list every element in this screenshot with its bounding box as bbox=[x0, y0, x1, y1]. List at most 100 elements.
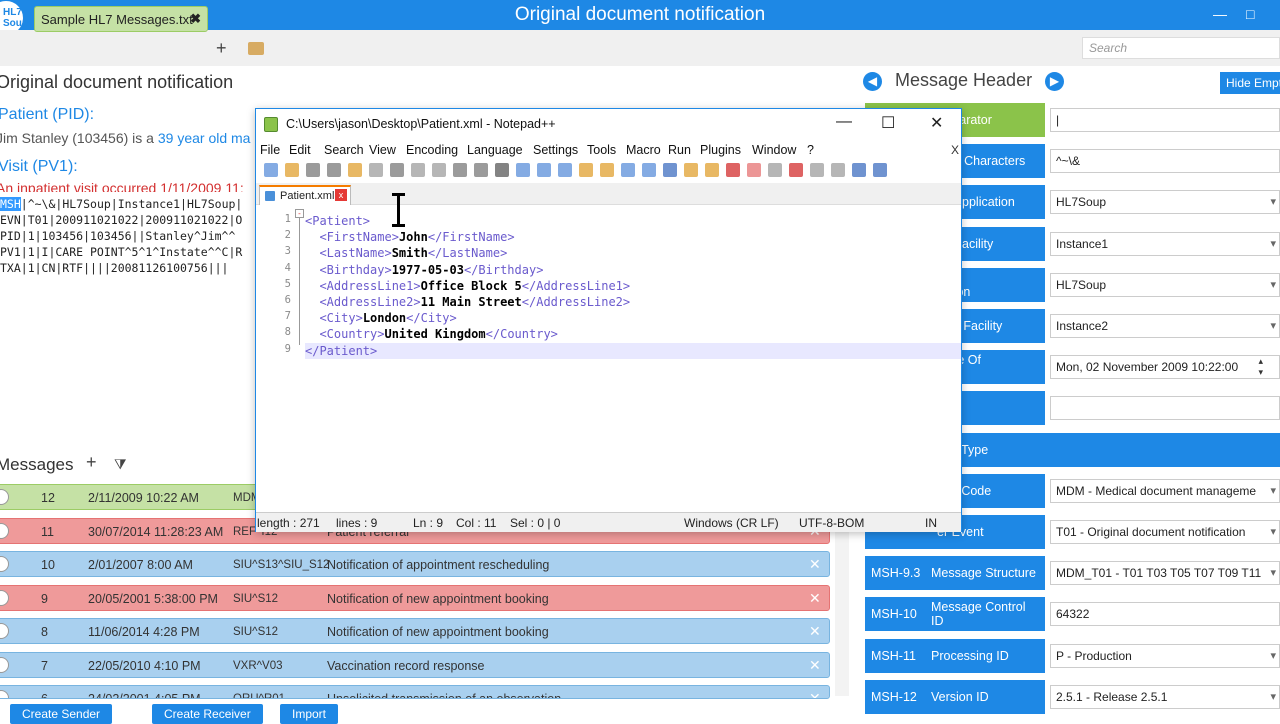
fold-toggle-icon[interactable]: - bbox=[295, 209, 304, 218]
field-value-input[interactable] bbox=[1050, 396, 1280, 421]
field-value-input[interactable]: P - Production bbox=[1050, 643, 1280, 668]
menu-settings[interactable]: Settings bbox=[533, 143, 578, 157]
field-value-input[interactable]: 64322 bbox=[1050, 602, 1280, 627]
remove-message-icon[interactable]: ✕ bbox=[809, 657, 821, 674]
filter-icon[interactable]: ⧩ bbox=[114, 456, 127, 473]
notepad-doc-tab[interactable]: Patient.xml x bbox=[259, 185, 351, 205]
toolbar-button-icon[interactable] bbox=[558, 163, 572, 177]
tab-close-icon[interactable]: x bbox=[335, 189, 347, 201]
minimize-button[interactable]: — bbox=[1213, 6, 1227, 22]
toolbar-button-icon[interactable] bbox=[474, 163, 488, 177]
message-select-radio[interactable] bbox=[0, 656, 9, 673]
menu-macro[interactable]: Macro bbox=[626, 143, 661, 157]
menu-view[interactable]: View bbox=[369, 143, 396, 157]
message-row[interactable]: 8 11/06/2014 4:28 PM SIU^S12 Notification o… bbox=[0, 618, 830, 644]
toolbar-button-icon[interactable] bbox=[642, 163, 656, 177]
toolbar-button-icon[interactable] bbox=[684, 163, 698, 177]
message-select-radio[interactable] bbox=[0, 690, 9, 698]
close-document-icon[interactable]: X bbox=[951, 143, 959, 157]
hl7-line: MSH|^~\&|HL7Soup|Instance1|HL7Soup| bbox=[0, 196, 260, 212]
editor-text-area[interactable]: <Patient> <FirstName>John</FirstName> <L… bbox=[305, 205, 961, 505]
toolbar-button-icon[interactable] bbox=[285, 163, 299, 177]
remove-message-icon[interactable]: ✕ bbox=[809, 623, 821, 640]
message-row[interactable]: 7 22/05/2010 4:10 PM VXR^V03 Vaccination re… bbox=[0, 651, 830, 678]
notepad-minimize-button[interactable]: — bbox=[836, 113, 852, 131]
folder-icon[interactable] bbox=[248, 42, 264, 55]
toolbar-button-icon[interactable] bbox=[453, 163, 467, 177]
toolbar-button-icon[interactable] bbox=[852, 163, 866, 177]
notepad-tabbar: Patient.xml x bbox=[256, 183, 961, 205]
message-select-radio[interactable] bbox=[0, 623, 9, 639]
toolbar-button-icon[interactable] bbox=[831, 163, 845, 177]
remove-message-icon[interactable]: ✕ bbox=[809, 556, 821, 573]
notepad-maximize-button[interactable]: ☐ bbox=[881, 113, 895, 133]
toolbar-button-icon[interactable] bbox=[663, 163, 677, 177]
hide-empty-button[interactable]: Hide Empty bbox=[1220, 72, 1280, 94]
add-message-button[interactable]: + bbox=[86, 452, 97, 473]
field-value-input[interactable]: Mon, 02 November 2009 10:22:00 bbox=[1050, 355, 1280, 380]
field-value-input[interactable]: HL7Soup bbox=[1050, 190, 1280, 215]
search-input[interactable]: Search bbox=[1082, 37, 1280, 59]
field-value-input[interactable]: MDM_T01 - T01 T03 T05 T07 T09 T11 bbox=[1050, 561, 1280, 586]
message-select-radio[interactable] bbox=[0, 589, 9, 606]
create-sender-button[interactable]: Create Sender bbox=[10, 704, 113, 724]
menu-help[interactable]: ? bbox=[807, 143, 814, 157]
field-value-input[interactable]: MDM - Medical document manageme bbox=[1050, 478, 1280, 503]
toolbar-button-icon[interactable] bbox=[789, 163, 803, 177]
create-receiver-button[interactable]: Create Receiver bbox=[152, 704, 263, 724]
menu-encoding[interactable]: Encoding bbox=[406, 143, 458, 157]
hl7-message-text[interactable]: MSH|^~\&|HL7Soup|Instance1|HL7Soup| EVN|T… bbox=[0, 196, 260, 278]
toolbar-button-icon[interactable] bbox=[390, 163, 404, 177]
toolbar-button-icon[interactable] bbox=[726, 163, 740, 177]
toolbar-button-icon[interactable] bbox=[705, 163, 719, 177]
remove-message-icon[interactable]: ✕ bbox=[809, 690, 821, 698]
close-icon[interactable]: ✖ bbox=[190, 11, 201, 27]
file-tab[interactable]: Sample HL7 Messages.txt ✖ bbox=[34, 6, 208, 32]
menu-run[interactable]: Run bbox=[668, 143, 691, 157]
previous-segment-button[interactable]: ◀ bbox=[863, 72, 882, 91]
field-value-input[interactable]: | bbox=[1050, 108, 1280, 132]
message-row[interactable]: 6 24/02/2001 4:05 PM ORU^R01 Unsolicited tr… bbox=[0, 685, 830, 699]
toolbar-button-icon[interactable] bbox=[495, 163, 509, 177]
remove-message-icon[interactable]: ✕ bbox=[809, 590, 821, 607]
toolbar-button-icon[interactable] bbox=[306, 163, 320, 177]
toolbar-button-icon[interactable] bbox=[873, 163, 887, 177]
toolbar-button-icon[interactable] bbox=[327, 163, 341, 177]
menu-edit[interactable]: Edit bbox=[289, 143, 311, 157]
toolbar-button-icon[interactable] bbox=[411, 163, 425, 177]
field-value-input[interactable]: T01 - Original document notification bbox=[1050, 520, 1280, 544]
toolbar-button-icon[interactable] bbox=[264, 163, 278, 177]
menu-plugins[interactable]: Plugins bbox=[700, 143, 741, 157]
menu-tools[interactable]: Tools bbox=[587, 143, 616, 157]
menu-language[interactable]: Language bbox=[467, 143, 523, 157]
next-segment-button[interactable]: ▶ bbox=[1045, 72, 1064, 91]
toolbar-button-icon[interactable] bbox=[621, 163, 635, 177]
message-select-radio[interactable] bbox=[0, 489, 9, 505]
maximize-button[interactable]: □ bbox=[1246, 6, 1254, 22]
toolbar-button-icon[interactable] bbox=[432, 163, 446, 177]
menu-file[interactable]: File bbox=[260, 143, 280, 157]
menu-search[interactable]: Search bbox=[324, 143, 364, 157]
toolbar-button-icon[interactable] bbox=[579, 163, 593, 177]
message-select-radio[interactable] bbox=[0, 556, 9, 572]
field-value-input[interactable]: ^~\& bbox=[1050, 149, 1280, 174]
field-value-input[interactable]: 2.5.1 - Release 2.5.1 bbox=[1050, 684, 1280, 709]
notepad-close-button[interactable]: ✕ bbox=[930, 113, 943, 133]
toolbar-button-icon[interactable] bbox=[516, 163, 530, 177]
toolbar-button-icon[interactable] bbox=[768, 163, 782, 177]
message-row[interactable]: 9 20/05/2001 5:38:00 PM SIU^S12 Notificatio… bbox=[0, 584, 830, 611]
field-value-input[interactable]: Instance1 bbox=[1050, 231, 1280, 256]
add-tab-button[interactable]: + bbox=[216, 38, 227, 59]
toolbar-button-icon[interactable] bbox=[810, 163, 824, 177]
toolbar-button-icon[interactable] bbox=[369, 163, 383, 177]
toolbar-button-icon[interactable] bbox=[747, 163, 761, 177]
message-select-radio[interactable] bbox=[0, 522, 9, 539]
message-row[interactable]: 10 2/01/2007 8:00 AM SIU^S13^SIU_S12 Notifi… bbox=[0, 551, 830, 577]
toolbar-button-icon[interactable] bbox=[348, 163, 362, 177]
toolbar-button-icon[interactable] bbox=[537, 163, 551, 177]
menu-window[interactable]: Window bbox=[752, 143, 796, 157]
field-value-input[interactable]: Instance2 bbox=[1050, 314, 1280, 338]
field-value-input[interactable]: HL7Soup bbox=[1050, 272, 1280, 297]
toolbar-button-icon[interactable] bbox=[600, 163, 614, 177]
import-button[interactable]: Import bbox=[280, 704, 339, 724]
